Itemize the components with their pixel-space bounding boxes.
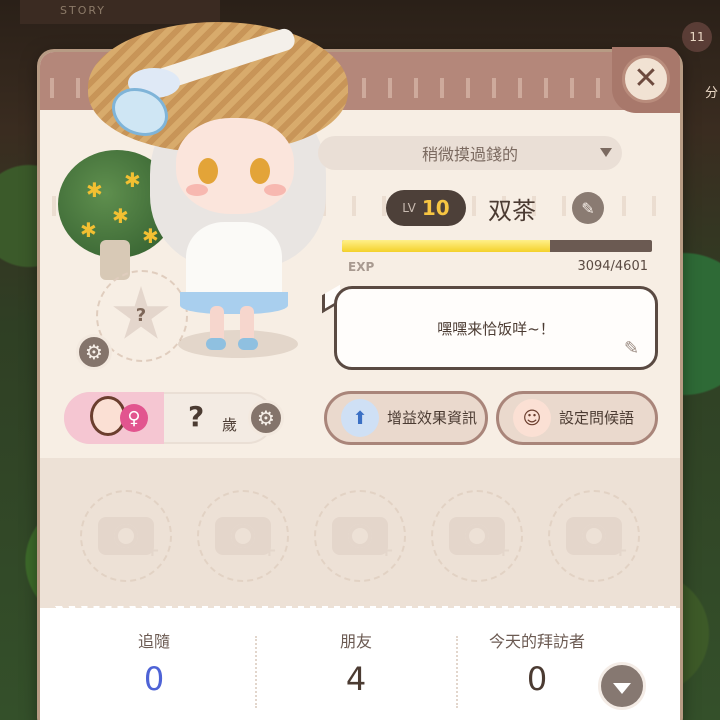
friends-stat[interactable]: 朋友 4 bbox=[256, 628, 456, 698]
profile-settings-button[interactable]: ⚙ bbox=[248, 400, 284, 436]
exp-bar bbox=[342, 240, 652, 252]
greeting-face-icon: ☺ bbox=[513, 399, 551, 437]
background-store-sign: STORY bbox=[20, 0, 220, 24]
character-face bbox=[176, 118, 294, 214]
character-shoe bbox=[206, 338, 226, 350]
background-side-text: 分 bbox=[704, 86, 718, 101]
character-shoe bbox=[238, 338, 258, 350]
age-unit: 歲 bbox=[222, 416, 238, 434]
exp-bar-fill bbox=[342, 240, 551, 252]
title-dropdown[interactable]: 稍微摸過錢的 bbox=[318, 136, 622, 170]
followers-value: 0 bbox=[143, 660, 165, 698]
character-cheek bbox=[264, 184, 286, 196]
title-dropdown-value: 稍微摸過錢的 bbox=[421, 145, 518, 164]
followers-label: 追隨 bbox=[137, 632, 170, 651]
pencil-icon[interactable]: ✎ bbox=[624, 338, 639, 359]
greeting-bubble[interactable]: 嘿嘿来恰饭咩~！ bbox=[334, 286, 658, 370]
level-badge: LV 10 bbox=[386, 190, 466, 226]
photo-slot[interactable]: + bbox=[80, 490, 172, 582]
character-eye bbox=[250, 158, 270, 184]
set-greeting-button[interactable]: ☺ 設定問候語 bbox=[496, 391, 658, 445]
character-cheek bbox=[186, 184, 208, 196]
buff-icon: ⬆ bbox=[341, 399, 379, 437]
edit-name-button[interactable]: ✎ bbox=[572, 192, 604, 224]
female-icon: ♀ bbox=[120, 404, 148, 432]
close-icon[interactable]: ✕ bbox=[622, 55, 670, 103]
camera-icon: + bbox=[98, 517, 160, 561]
set-greeting-label: 設定問候語 bbox=[559, 409, 635, 427]
chevron-down-icon bbox=[600, 148, 612, 157]
photo-slot[interactable]: + bbox=[197, 490, 289, 582]
followers-stat[interactable]: 追隨 0 bbox=[54, 628, 254, 698]
camera-icon: + bbox=[215, 517, 277, 561]
player-name: 双茶 bbox=[488, 196, 536, 225]
gear-icon: ⚙ bbox=[257, 406, 275, 430]
flower-icon: ✱ bbox=[86, 178, 103, 202]
level-value: 10 bbox=[421, 196, 450, 220]
greeting-text: 嘿嘿来恰饭咩~！ bbox=[437, 319, 555, 338]
friends-value: 4 bbox=[345, 660, 367, 698]
photo-slot[interactable]: + bbox=[314, 490, 406, 582]
stats-expand-button[interactable] bbox=[598, 662, 646, 710]
buff-info-button[interactable]: ⬆ 增益效果資訊 bbox=[324, 391, 488, 445]
pet-settings-button[interactable]: ⚙ bbox=[76, 334, 112, 370]
pencil-icon: ✎ bbox=[581, 198, 595, 218]
chevron-down-icon bbox=[613, 682, 631, 694]
level-label: LV bbox=[402, 201, 416, 215]
flower-icon: ✱ bbox=[80, 218, 97, 242]
friends-label: 朋友 bbox=[339, 632, 372, 651]
flower-icon: ✱ bbox=[112, 204, 129, 228]
visitors-label: 今天的拜訪者 bbox=[488, 632, 585, 651]
camera-icon: + bbox=[449, 517, 511, 561]
flower-icon: ✱ bbox=[124, 168, 141, 192]
exp-value: 3094/4601 bbox=[577, 259, 648, 274]
notification-badge[interactable]: 11 bbox=[682, 22, 712, 52]
gear-icon: ⚙ bbox=[85, 340, 103, 364]
close-button[interactable]: ✕ bbox=[612, 47, 680, 113]
character-eye bbox=[198, 158, 218, 184]
age-value: ? bbox=[188, 400, 205, 433]
buff-info-label: 增益效果資訊 bbox=[387, 409, 478, 427]
photo-slot[interactable]: + bbox=[548, 490, 640, 582]
stats-scalloped-edge bbox=[40, 606, 680, 614]
camera-icon: + bbox=[566, 517, 628, 561]
camera-icon: + bbox=[332, 517, 394, 561]
exp-label: EXP bbox=[348, 260, 375, 274]
character-dress-hem bbox=[180, 292, 288, 314]
photo-slot[interactable]: + bbox=[431, 490, 523, 582]
flower-icon: ✱ bbox=[142, 224, 159, 248]
